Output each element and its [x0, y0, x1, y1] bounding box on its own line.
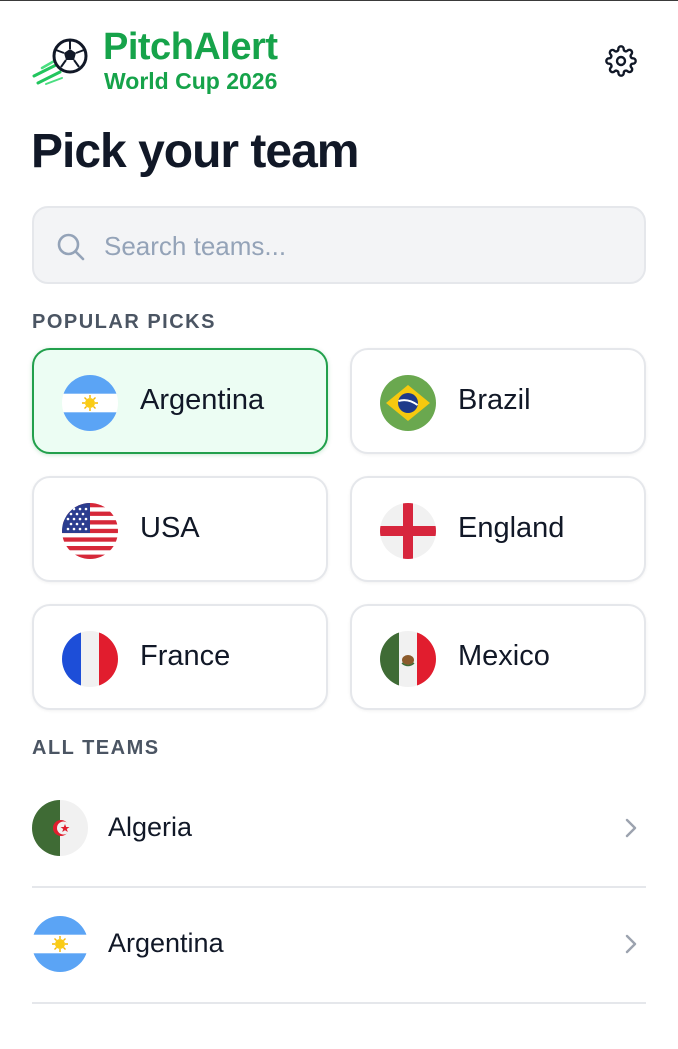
app-header: PitchAlert World Cup 2026 [32, 26, 646, 98]
brazil-flag-icon [380, 375, 436, 431]
team-row-algeria[interactable]: Algeria [32, 772, 646, 888]
team-card-usa[interactable]: USA [32, 476, 328, 582]
team-row-argentina[interactable]: Argentina [32, 888, 646, 1004]
england-flag-icon [380, 503, 436, 559]
app-subtitle: World Cup 2026 [104, 68, 278, 94]
team-card-argentina[interactable]: Argentina [32, 348, 328, 454]
algeria-flag-icon [32, 800, 88, 856]
all-teams-list: Algeria Argentina [32, 772, 646, 1004]
app-name: PitchAlert [103, 26, 278, 68]
team-card-label: Mexico [458, 640, 550, 672]
team-card-france[interactable]: France [32, 604, 328, 710]
team-card-england[interactable]: England [350, 476, 646, 582]
window-top-border [0, 0, 678, 1]
france-flag-icon [62, 631, 118, 687]
team-card-label: France [140, 640, 231, 672]
soccer-ball-logo-icon [32, 38, 88, 85]
search-icon [57, 233, 85, 261]
team-card-label: Brazil [458, 384, 531, 416]
argentina-flag-icon [62, 375, 118, 431]
page-title: Pick your team [31, 125, 359, 178]
team-row-label: Algeria [108, 812, 193, 842]
team-card-mexico[interactable]: Mexico [350, 604, 646, 710]
team-card-brazil[interactable]: Brazil [350, 348, 646, 454]
search-input[interactable] [102, 224, 626, 268]
argentina-flag-icon [32, 916, 88, 972]
all-teams-heading: ALL TEAMS [32, 737, 160, 759]
usa-flag-icon [62, 503, 118, 559]
team-card-label: England [458, 512, 565, 544]
chevron-right-icon [625, 934, 637, 954]
mexico-flag-icon [380, 631, 436, 687]
popular-picks-grid: Argentina Brazil USA England France Mexi… [32, 348, 646, 710]
settings-button[interactable] [604, 44, 638, 78]
search-bar[interactable] [32, 206, 646, 284]
team-card-label: USA [140, 512, 200, 544]
popular-picks-heading: POPULAR PICKS [32, 311, 216, 333]
team-card-label: Argentina [140, 384, 265, 416]
chevron-right-icon [625, 818, 637, 838]
team-row-label: Argentina [108, 928, 224, 958]
gear-icon [605, 45, 637, 77]
